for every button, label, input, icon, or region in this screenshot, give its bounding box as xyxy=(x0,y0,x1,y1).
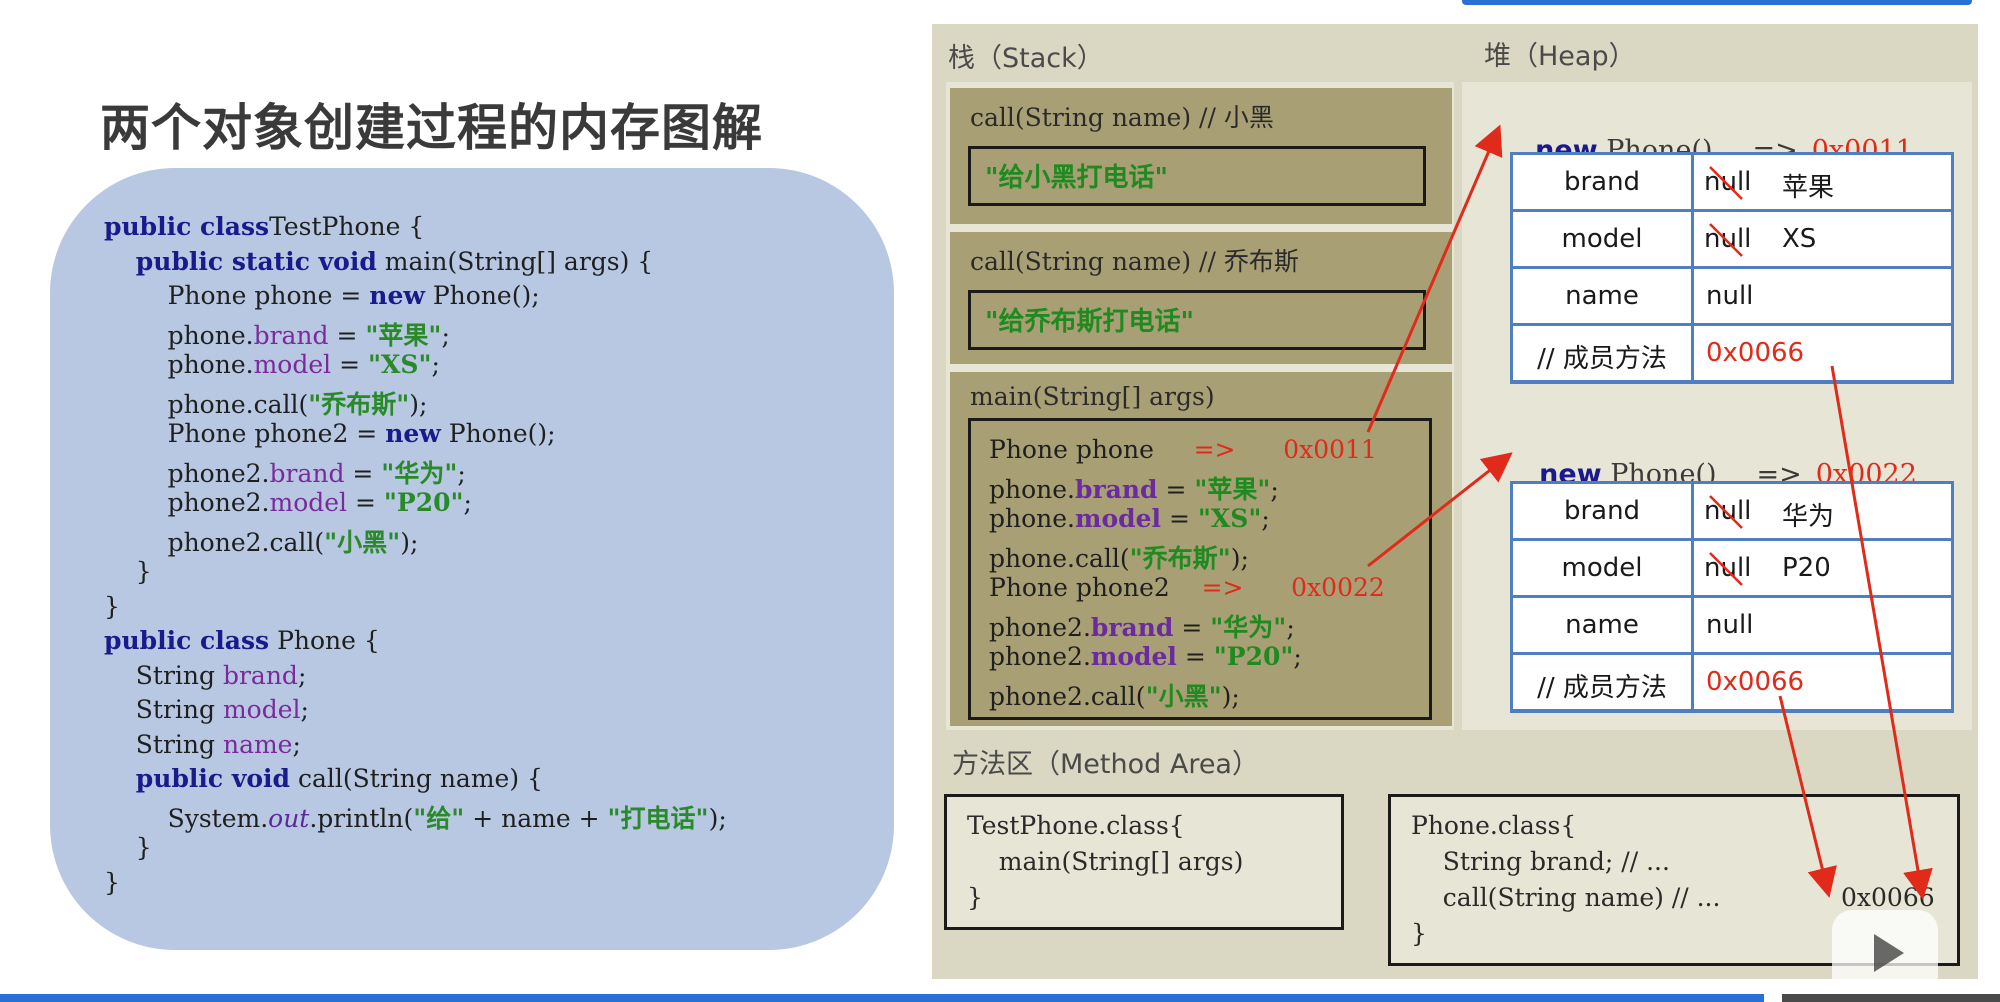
arrow-object2-method xyxy=(1778,695,1837,898)
arrow-phone2-to-object2 xyxy=(1367,452,1513,568)
reference-arrows xyxy=(1366,124,1933,900)
top-accent-bar xyxy=(1462,0,1972,5)
arrow-phone-to-object1 xyxy=(1366,124,1503,433)
arrow-object1-method xyxy=(1830,365,1933,900)
video-progress-remaining[interactable] xyxy=(1782,994,2000,1002)
play-icon[interactable] xyxy=(1832,910,1938,996)
video-progress-bar[interactable] xyxy=(0,994,1764,1002)
